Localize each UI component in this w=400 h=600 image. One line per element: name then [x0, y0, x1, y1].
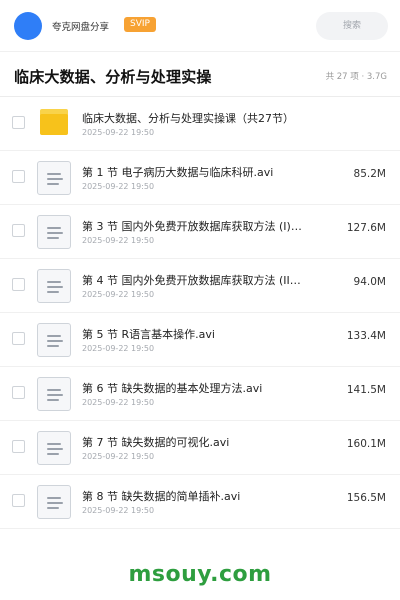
- list-item[interactable]: 第 3 节 国内外免费开放数据库获取方法 (I).avi 2025-09-22 …: [0, 205, 400, 259]
- item-date: 2025-09-22 19:50: [82, 506, 155, 515]
- list-item[interactable]: 第 4 节 国内外免费开放数据库获取方法 (II).avi 2025-09-22…: [0, 259, 400, 313]
- item-name: 第 6 节 缺失数据的基本处理方法.avi: [82, 382, 263, 395]
- item-size: 141.5M: [346, 384, 386, 396]
- list-item[interactable]: 第 6 节 缺失数据的基本处理方法.avi 2025-09-22 19:50 1…: [0, 367, 400, 421]
- item-size: 156.5M: [346, 492, 386, 504]
- video-file-icon: [37, 269, 71, 303]
- folder-icon: [40, 109, 68, 135]
- item-name: 临床大数据、分析与处理实操课（共27节）: [82, 112, 294, 125]
- item-size: 127.6M: [346, 222, 386, 234]
- list-item[interactable]: 第 5 节 R语言基本操作.avi 2025-09-22 19:50 133.4…: [0, 313, 400, 367]
- video-file-icon: [37, 161, 71, 195]
- site-watermark: msouy.com: [128, 562, 272, 587]
- item-date: 2025-09-22 19:50: [82, 398, 155, 407]
- avatar[interactable]: [14, 12, 42, 40]
- item-date: 2025-09-22 19:50: [82, 344, 155, 353]
- select-checkbox[interactable]: [12, 332, 25, 345]
- item-size: 160.1M: [346, 438, 386, 450]
- item-name: 第 5 节 R语言基本操作.avi: [82, 328, 215, 341]
- file-list: 临床大数据、分析与处理实操课（共27节） 2025-09-22 19:50 第 …: [0, 97, 400, 529]
- item-date: 2025-09-22 19:50: [82, 290, 155, 299]
- item-date: 2025-09-22 19:50: [82, 182, 155, 191]
- select-checkbox[interactable]: [12, 170, 25, 183]
- select-checkbox[interactable]: [12, 278, 25, 291]
- item-name: 第 7 节 缺失数据的可视化.avi: [82, 436, 230, 449]
- item-date: 2025-09-22 19:50: [82, 452, 155, 461]
- video-file-icon: [37, 431, 71, 465]
- video-file-icon: [37, 323, 71, 357]
- item-date: 2025-09-22 19:50: [82, 236, 155, 245]
- select-checkbox[interactable]: [12, 386, 25, 399]
- video-file-icon: [37, 377, 71, 411]
- item-size: 133.4M: [346, 330, 386, 342]
- select-checkbox[interactable]: [12, 494, 25, 507]
- list-item[interactable]: 临床大数据、分析与处理实操课（共27节） 2025-09-22 19:50: [0, 97, 400, 151]
- item-name: 第 1 节 电子病历大数据与临床科研.avi: [82, 166, 274, 179]
- item-name: 第 8 节 缺失数据的简单插补.avi: [82, 490, 241, 503]
- item-size: 85.2M: [353, 168, 386, 180]
- select-checkbox[interactable]: [12, 440, 25, 453]
- item-name: 第 3 节 国内外免费开放数据库获取方法 (I).avi: [82, 220, 304, 233]
- folder-meta: 共 27 项 · 3.7G: [325, 72, 387, 82]
- page-title: 临床大数据、分析与处理实操: [14, 68, 212, 86]
- item-date: 2025-09-22 19:50: [82, 128, 155, 137]
- top-bar: 夸克网盘分享 SVIP 搜索: [0, 0, 400, 52]
- item-size: 94.0M: [353, 276, 386, 288]
- select-checkbox[interactable]: [12, 224, 25, 237]
- video-file-icon: [37, 215, 71, 249]
- search-input[interactable]: 搜索: [316, 12, 388, 40]
- select-checkbox[interactable]: [12, 116, 25, 129]
- folder-header: 临床大数据、分析与处理实操 共 27 项 · 3.7G: [0, 53, 400, 97]
- svip-badge: SVIP: [124, 17, 156, 32]
- list-item[interactable]: 第 8 节 缺失数据的简单插补.avi 2025-09-22 19:50 156…: [0, 475, 400, 529]
- app-name: 夸克网盘分享: [52, 22, 110, 33]
- list-item[interactable]: 第 7 节 缺失数据的可视化.avi 2025-09-22 19:50 160.…: [0, 421, 400, 475]
- list-item[interactable]: 第 1 节 电子病历大数据与临床科研.avi 2025-09-22 19:50 …: [0, 151, 400, 205]
- item-name: 第 4 节 国内外免费开放数据库获取方法 (II).avi: [82, 274, 304, 287]
- video-file-icon: [37, 485, 71, 519]
